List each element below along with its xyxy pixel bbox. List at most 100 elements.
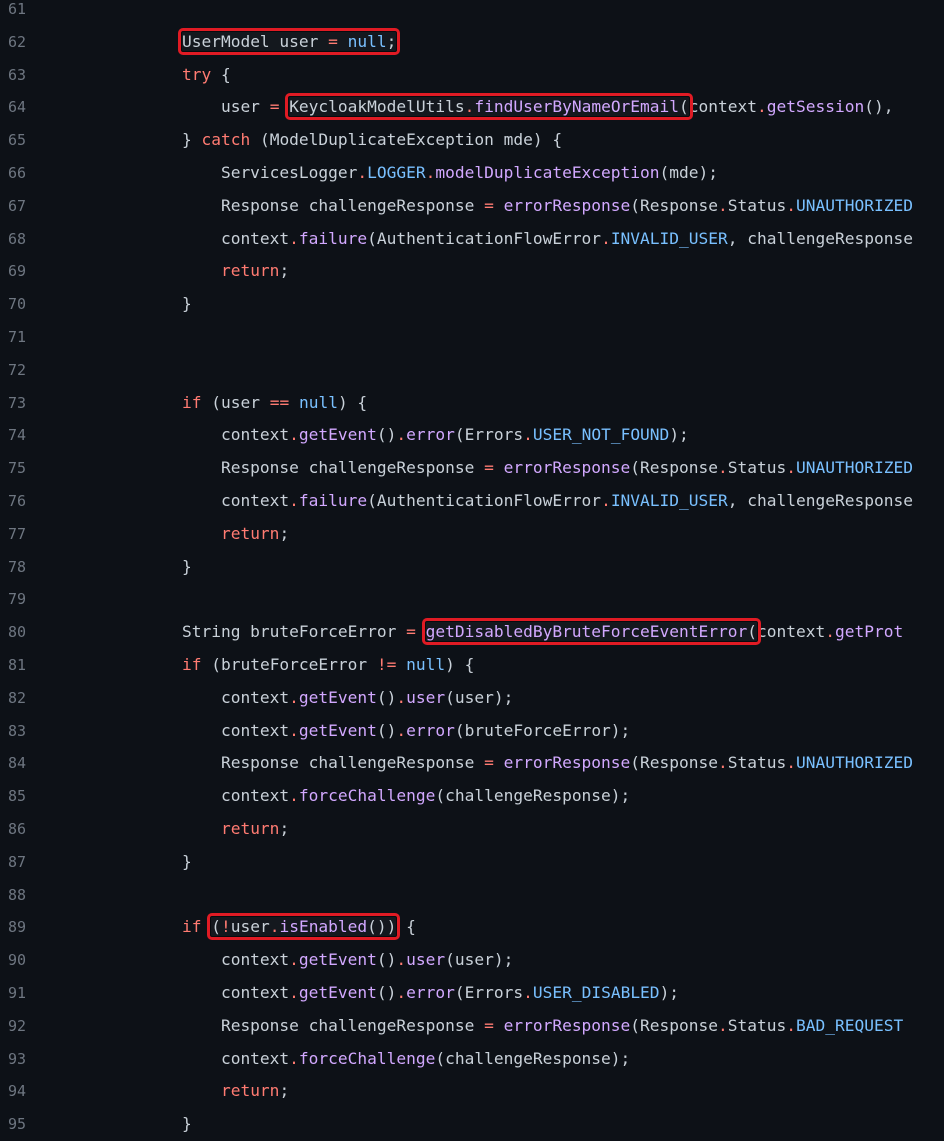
code-token: ) { bbox=[445, 654, 475, 674]
code-token: if bbox=[181, 917, 202, 937]
line-number: 90 bbox=[7, 951, 26, 970]
code-token: () bbox=[376, 687, 397, 707]
code-token: context bbox=[756, 622, 826, 642]
code-token: context bbox=[688, 97, 758, 117]
code-token: ; bbox=[279, 1081, 290, 1101]
line-number: 78 bbox=[7, 557, 26, 576]
code-token: (challengeResponse); bbox=[435, 1048, 631, 1068]
code-token: context bbox=[104, 490, 290, 510]
code-token: getProt bbox=[834, 622, 904, 642]
code-token: } bbox=[104, 130, 202, 150]
code-token: . bbox=[396, 950, 407, 970]
code-token: . bbox=[357, 162, 368, 182]
code-line: 87 } bbox=[0, 846, 944, 879]
code-token: (mde); bbox=[659, 162, 719, 182]
code-token: , challengeResponse bbox=[727, 490, 913, 510]
line-number: 81 bbox=[7, 655, 26, 674]
code-text: return; bbox=[104, 255, 289, 288]
code-token: null bbox=[298, 392, 338, 412]
code-token: context bbox=[104, 228, 290, 248]
code-token: Response challengeResponse bbox=[104, 458, 485, 478]
line-number: 64 bbox=[7, 98, 26, 117]
line-number: 71 bbox=[7, 327, 26, 346]
code-token: { bbox=[396, 917, 416, 937]
code-text: } bbox=[104, 551, 192, 584]
code-line: 72 bbox=[0, 354, 944, 387]
code-token: (Response bbox=[630, 753, 719, 773]
code-line: 61 bbox=[0, 0, 944, 26]
code-token: = bbox=[484, 1015, 494, 1035]
code-text: try { bbox=[104, 59, 231, 92]
code-text: context.getEvent().user(user); bbox=[104, 682, 513, 715]
code-token: errorResponse bbox=[503, 195, 631, 215]
code-text: } bbox=[104, 1108, 192, 1141]
code-token: ! bbox=[220, 917, 231, 937]
code-token: (user); bbox=[445, 687, 514, 707]
code-token: failure bbox=[298, 490, 368, 510]
code-text: Response challengeResponse = errorRespon… bbox=[104, 452, 913, 485]
code-token: UNAUTHORIZED bbox=[796, 458, 913, 478]
code-token: = bbox=[328, 31, 338, 51]
code-token: . bbox=[523, 425, 533, 445]
line-number: 72 bbox=[7, 360, 26, 379]
code-token: UNAUTHORIZED bbox=[796, 753, 913, 773]
code-token: getEvent bbox=[298, 950, 377, 970]
line-number: 84 bbox=[7, 754, 26, 773]
code-token: } bbox=[104, 1114, 192, 1134]
line-number: 62 bbox=[7, 32, 26, 51]
code-text: context.getEvent().error(bruteForceError… bbox=[104, 715, 630, 748]
code-line: 93 context.forceChallenge(challengeRespo… bbox=[0, 1043, 944, 1076]
code-token: . bbox=[523, 982, 533, 1002]
code-line: 94 return; bbox=[0, 1075, 944, 1108]
code-token: context bbox=[104, 720, 290, 740]
code-token: context bbox=[104, 687, 290, 707]
code-token: = bbox=[484, 753, 494, 773]
code-token: context bbox=[104, 982, 290, 1002]
code-text: } bbox=[104, 846, 192, 879]
code-token: ; bbox=[279, 818, 290, 838]
code-text: Response challengeResponse = errorRespon… bbox=[104, 747, 913, 780]
code-text: context.getEvent().user(user); bbox=[104, 944, 513, 977]
code-token: Response challengeResponse bbox=[104, 1015, 485, 1035]
line-number: 94 bbox=[7, 1082, 26, 1101]
code-text: if (!user.isEnabled()) { bbox=[104, 911, 416, 944]
code-token: , challengeResponse bbox=[727, 228, 913, 248]
code-token: catch bbox=[201, 130, 251, 150]
code-text: if (bruteForceError != null) { bbox=[104, 649, 474, 682]
code-line: 69 return; bbox=[0, 255, 944, 288]
code-text: context.forceChallenge(challengeResponse… bbox=[104, 780, 630, 813]
code-token: ; bbox=[279, 523, 290, 543]
line-number: 91 bbox=[7, 983, 26, 1002]
code-line: 66 ServicesLogger.LOGGER.modelDuplicateE… bbox=[0, 157, 944, 190]
code-token: context bbox=[104, 425, 290, 445]
code-token: ServicesLogger bbox=[104, 162, 358, 182]
line-number: 63 bbox=[7, 65, 26, 84]
code-token: KeycloakModelUtils bbox=[289, 97, 465, 117]
code-token: . bbox=[396, 425, 407, 445]
code-token: null bbox=[406, 654, 446, 674]
code-line: 91 context.getEvent().error(Errors.USER_… bbox=[0, 977, 944, 1010]
line-number: 66 bbox=[7, 163, 26, 182]
code-text: UserModel user = null; bbox=[104, 26, 401, 59]
code-line: 88 bbox=[0, 879, 944, 912]
code-token: (bruteForceError); bbox=[454, 720, 631, 740]
code-text: user = KeycloakModelUtils.findUserByName… bbox=[104, 91, 903, 124]
code-text: } catch (ModelDuplicateException mde) { bbox=[104, 124, 562, 157]
code-token: } bbox=[104, 556, 192, 576]
code-token: context bbox=[104, 1048, 290, 1068]
code-token: forceChallenge bbox=[298, 1048, 436, 1068]
code-token: . bbox=[396, 687, 407, 707]
code-token: failure bbox=[298, 228, 368, 248]
code-token: errorResponse bbox=[503, 1015, 631, 1035]
highlight-box: getDisabledByBruteForceEventError( bbox=[421, 618, 761, 646]
code-token: . bbox=[786, 195, 796, 215]
code-token: Response challengeResponse bbox=[104, 753, 485, 773]
